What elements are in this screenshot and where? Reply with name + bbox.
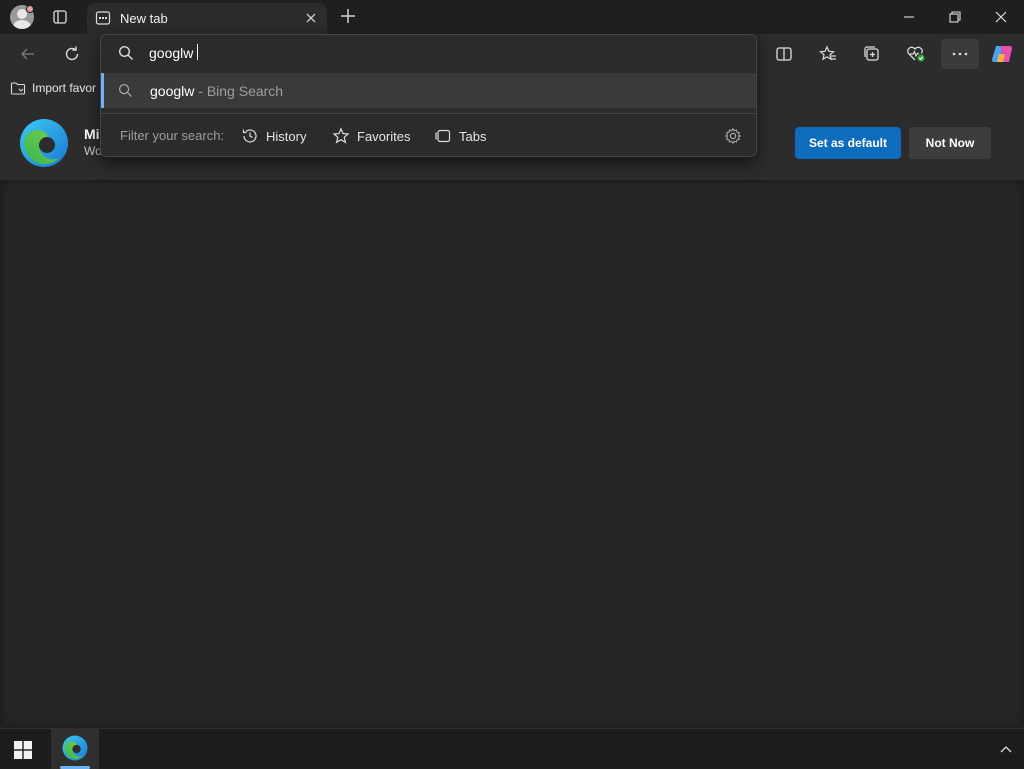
page-content [4,183,1020,724]
filter-favorites-button[interactable]: Favorites [332,126,410,146]
collections-icon[interactable] [856,39,888,69]
address-input-row[interactable]: googlw [101,35,756,72]
tabs-icon [435,129,451,143]
tab-title: New tab [120,11,168,26]
search-filter-row: Filter your search: History Favorites Ta… [101,115,756,157]
suggestion-text: googlw - Bing Search [150,83,283,99]
minimize-icon[interactable] [886,0,932,34]
profile-notification-dot [26,5,34,13]
filter-history-button[interactable]: History [241,126,306,146]
windows-start-icon[interactable] [14,741,32,759]
import-favorites-button[interactable]: Import favor [10,79,96,97]
filter-tabs-label: Tabs [459,128,487,144]
text-caret [197,44,199,60]
banner-title: Mi [84,126,100,142]
refresh-icon[interactable] [56,39,88,69]
new-tab-button[interactable] [337,5,359,27]
filter-history-label: History [266,128,307,144]
restore-icon[interactable] [932,0,978,34]
close-window-icon[interactable] [978,0,1024,34]
settings-and-more-icon[interactable] [941,39,979,69]
gear-icon[interactable] [724,127,742,145]
chevron-up-icon[interactable] [996,739,1016,759]
copilot-icon[interactable] [986,39,1018,69]
suggestion-source: - Bing Search [194,83,284,99]
folder-import-icon [10,82,26,95]
filter-favorites-label: Favorites [357,128,411,144]
search-icon [118,83,133,98]
history-icon [242,129,257,143]
edge-logo-icon [19,118,69,168]
browser-essentials-icon[interactable] [900,39,932,69]
title-bar: New tab [0,0,1024,34]
taskbar-edge-button[interactable] [51,729,99,769]
suggestion-query: googlw [150,83,195,99]
dropdown-divider [101,113,756,114]
address-bar-dropdown: googlw googlw - Bing Search Filter your … [100,34,757,157]
taskbar [0,728,1024,769]
favorites-star-icon[interactable] [812,39,844,69]
filter-label: Filter your search: [120,128,225,143]
not-now-button[interactable]: Not Now [909,127,991,159]
split-screen-icon[interactable] [768,39,800,69]
tab-new-tab[interactable]: New tab [87,3,327,34]
address-input[interactable]: googlw [149,44,199,61]
new-tab-page-icon [95,10,111,26]
edge-icon [62,735,88,761]
close-tab-icon[interactable] [303,10,319,26]
address-input-text: googlw [149,45,194,61]
search-icon [118,45,134,61]
tab-actions-menu-icon[interactable] [48,7,72,27]
suggestion-item[interactable]: googlw - Bing Search [101,73,756,108]
import-favorites-label: Import favor [32,81,97,95]
filter-tabs-button[interactable]: Tabs [434,126,486,146]
star-icon [332,127,350,144]
back-arrow-icon[interactable] [12,39,44,69]
set-as-default-button[interactable]: Set as default [795,127,901,159]
